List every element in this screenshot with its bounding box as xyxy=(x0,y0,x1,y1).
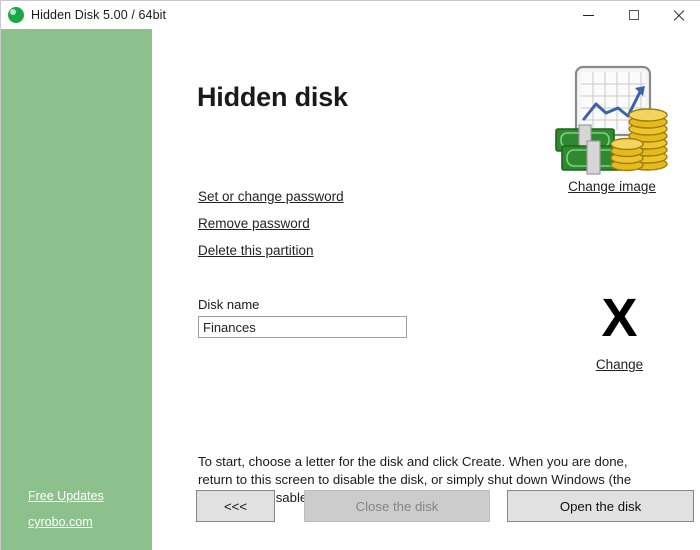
change-image-link[interactable]: Change image xyxy=(568,179,656,194)
maximize-button[interactable] xyxy=(611,1,656,29)
close-the-disk-button[interactable]: Close the disk xyxy=(304,490,490,522)
action-links-group: Set or change password Remove password D… xyxy=(198,189,344,270)
close-icon xyxy=(673,10,684,21)
content-area: Hidden disk Set or change password Remov… xyxy=(152,29,700,550)
window-title: Hidden Disk 5.00 / 64bit xyxy=(31,8,167,22)
drive-letter-block: X Change xyxy=(552,291,687,374)
drive-letter-value: X xyxy=(601,288,638,348)
sidebar-links: Free Updates cyrobo.com xyxy=(28,489,104,529)
remove-password-link[interactable]: Remove password xyxy=(198,216,344,231)
maximize-icon xyxy=(628,10,639,20)
change-drive-letter-link[interactable]: Change xyxy=(596,357,643,372)
disk-image-block: Change image xyxy=(532,61,692,196)
window-controls xyxy=(566,1,700,29)
minimize-button[interactable] xyxy=(566,1,611,29)
open-the-disk-button[interactable]: Open the disk xyxy=(507,490,694,522)
page-title: Hidden disk xyxy=(197,82,348,113)
close-button[interactable] xyxy=(656,1,700,29)
button-row: <<< Close the disk Open the disk xyxy=(196,490,694,522)
app-icon xyxy=(8,7,24,23)
application-window: Hidden Disk 5.00 / 64bit Free Updates cy… xyxy=(0,0,700,550)
disk-name-input[interactable] xyxy=(198,316,407,338)
disk-name-label: Disk name xyxy=(198,297,260,312)
set-or-change-password-link[interactable]: Set or change password xyxy=(198,189,344,204)
back-button[interactable]: <<< xyxy=(196,490,275,522)
finance-chart-money-coins-icon xyxy=(555,65,668,175)
sidebar: Free Updates cyrobo.com xyxy=(1,29,152,550)
free-updates-link[interactable]: Free Updates xyxy=(28,489,104,503)
minimize-icon xyxy=(583,14,594,16)
delete-this-partition-link[interactable]: Delete this partition xyxy=(198,243,344,258)
title-bar: Hidden Disk 5.00 / 64bit xyxy=(1,1,700,29)
website-link[interactable]: cyrobo.com xyxy=(28,515,104,529)
